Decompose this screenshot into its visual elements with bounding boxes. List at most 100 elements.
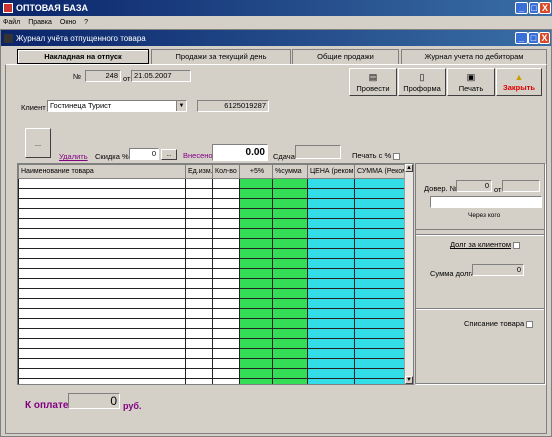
table-cell[interactable] xyxy=(354,318,407,329)
table-cell[interactable] xyxy=(212,368,240,379)
table-row[interactable] xyxy=(18,248,407,259)
table-cell[interactable] xyxy=(212,188,240,199)
table-cell[interactable] xyxy=(185,338,213,349)
minimize-button[interactable]: _ xyxy=(515,2,528,14)
form-minimize-button[interactable]: _ xyxy=(515,32,528,44)
table-cell[interactable] xyxy=(212,338,240,349)
print-percent-checkbox[interactable] xyxy=(393,152,401,160)
table-cell[interactable] xyxy=(18,238,186,249)
table-row[interactable] xyxy=(18,368,407,379)
table-cell[interactable] xyxy=(18,368,186,379)
table-cell[interactable] xyxy=(354,188,407,199)
discount-button[interactable]: ... xyxy=(161,149,177,160)
table-cell[interactable] xyxy=(18,188,186,199)
table-cell[interactable] xyxy=(307,258,355,269)
scroll-down-icon[interactable]: ▼ xyxy=(405,376,413,384)
doc-number-field[interactable]: 0 xyxy=(456,180,492,192)
chevron-down-icon[interactable]: ▼ xyxy=(176,101,186,111)
table-cell[interactable] xyxy=(18,268,186,279)
table-cell[interactable] xyxy=(212,378,240,384)
table-cell[interactable] xyxy=(239,188,273,199)
table-cell[interactable] xyxy=(185,208,213,219)
table-cell[interactable] xyxy=(185,218,213,229)
form-close-button[interactable]: X xyxy=(539,32,550,44)
delete-link[interactable]: Удалить xyxy=(59,152,88,161)
tab-today-sales[interactable]: Продажи за текущий день xyxy=(151,49,291,64)
table-cell[interactable] xyxy=(354,178,407,189)
table-row[interactable] xyxy=(18,188,407,199)
table-cell[interactable] xyxy=(212,358,240,369)
table-cell[interactable] xyxy=(272,268,308,279)
col-product-name[interactable]: Наименование товара xyxy=(18,164,186,179)
table-cell[interactable] xyxy=(185,188,213,199)
proforma-button[interactable]: ▯ Проформа xyxy=(398,68,446,96)
table-cell[interactable] xyxy=(185,378,213,384)
table-cell[interactable] xyxy=(354,348,407,359)
tab-total-sales[interactable]: Общие продажи xyxy=(292,49,399,64)
table-cell[interactable] xyxy=(212,318,240,329)
table-cell[interactable] xyxy=(272,358,308,369)
table-cell[interactable] xyxy=(307,368,355,379)
table-row[interactable] xyxy=(18,268,407,279)
table-cell[interactable] xyxy=(272,278,308,289)
table-cell[interactable] xyxy=(354,328,407,339)
table-cell[interactable] xyxy=(18,338,186,349)
col-sum[interactable]: СУММА (Реком.) xyxy=(354,164,407,179)
table-cell[interactable] xyxy=(212,298,240,309)
table-row[interactable] xyxy=(18,228,407,239)
table-cell[interactable] xyxy=(307,268,355,279)
col-quantity[interactable]: Кол-во xyxy=(212,164,240,179)
table-cell[interactable] xyxy=(307,178,355,189)
table-cell[interactable] xyxy=(272,318,308,329)
table-cell[interactable] xyxy=(212,258,240,269)
table-cell[interactable] xyxy=(18,298,186,309)
table-cell[interactable] xyxy=(212,238,240,249)
table-row[interactable] xyxy=(18,278,407,289)
table-cell[interactable] xyxy=(307,308,355,319)
table-cell[interactable] xyxy=(307,318,355,329)
invoice-date-field[interactable]: 21.05.2007 xyxy=(131,70,191,82)
table-cell[interactable] xyxy=(239,318,273,329)
table-cell[interactable] xyxy=(307,208,355,219)
table-cell[interactable] xyxy=(239,258,273,269)
table-cell[interactable] xyxy=(239,308,273,319)
table-cell[interactable] xyxy=(354,268,407,279)
table-cell[interactable] xyxy=(18,198,186,209)
client-select[interactable]: Гостинеца Турист ▼ xyxy=(47,100,187,112)
table-cell[interactable] xyxy=(18,228,186,239)
table-cell[interactable] xyxy=(212,278,240,289)
table-cell[interactable] xyxy=(18,328,186,339)
via-field[interactable] xyxy=(430,196,542,208)
table-cell[interactable] xyxy=(212,178,240,189)
table-cell[interactable] xyxy=(354,378,407,384)
tab-invoice[interactable]: Накладная на отпуск xyxy=(17,49,149,64)
table-cell[interactable] xyxy=(212,218,240,229)
table-cell[interactable] xyxy=(272,248,308,259)
table-cell[interactable] xyxy=(212,308,240,319)
col-price[interactable]: ЦЕНА (реком.) xyxy=(307,164,355,179)
discount-field[interactable]: 0 xyxy=(129,148,159,160)
col-plus5[interactable]: +5% xyxy=(239,164,273,179)
table-row[interactable] xyxy=(18,288,407,299)
table-cell[interactable] xyxy=(354,308,407,319)
table-cell[interactable] xyxy=(239,178,273,189)
print-button[interactable]: ▣ Печать xyxy=(447,68,495,96)
table-cell[interactable] xyxy=(307,288,355,299)
table-cell[interactable] xyxy=(307,228,355,239)
table-row[interactable] xyxy=(18,298,407,309)
doc-date-field[interactable] xyxy=(502,180,540,192)
table-cell[interactable] xyxy=(272,208,308,219)
menu-file[interactable]: Файл xyxy=(3,19,20,26)
table-cell[interactable] xyxy=(354,368,407,379)
table-cell[interactable] xyxy=(185,348,213,359)
menu-window[interactable]: Окно xyxy=(60,19,76,26)
table-cell[interactable] xyxy=(18,218,186,229)
table-row[interactable] xyxy=(18,318,407,329)
table-cell[interactable] xyxy=(18,258,186,269)
table-cell[interactable] xyxy=(307,278,355,289)
table-cell[interactable] xyxy=(307,218,355,229)
table-cell[interactable] xyxy=(307,188,355,199)
table-cell[interactable] xyxy=(307,248,355,259)
table-cell[interactable] xyxy=(18,378,186,384)
table-cell[interactable] xyxy=(354,278,407,289)
